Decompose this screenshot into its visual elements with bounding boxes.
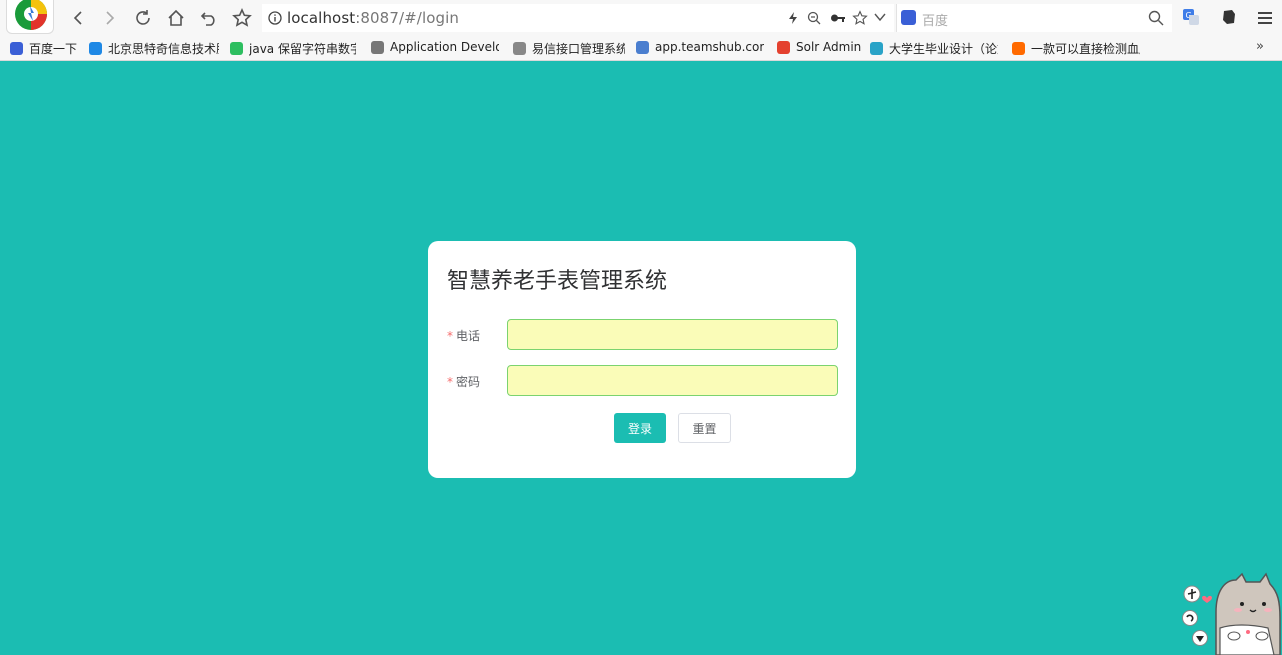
bookmark-item[interactable]: 易信接口管理系统 [513, 40, 625, 57]
bookmark-star-button[interactable] [230, 6, 254, 30]
search-placeholder: 百度 [922, 14, 949, 29]
paw-icon [10, 42, 23, 55]
reset-button[interactable]: 重置 [678, 413, 731, 443]
reload-button[interactable] [131, 6, 155, 30]
translate-icon[interactable]: G [1182, 8, 1200, 26]
bookmark-item[interactable]: 一款可以直接检测血压 [1012, 40, 1140, 57]
password-input[interactable] [507, 365, 838, 396]
key-icon[interactable] [830, 11, 846, 25]
phone-input[interactable] [507, 319, 838, 350]
cat-mascot-icon[interactable] [1176, 572, 1282, 655]
cloud-icon [89, 42, 102, 55]
login-button[interactable]: 登录 [614, 413, 666, 443]
info-icon [268, 11, 282, 25]
address-bar[interactable]: localhost:8087/#/login [262, 4, 894, 32]
favorite-star-icon[interactable] [852, 10, 868, 26]
undo-icon [200, 12, 215, 26]
reload-icon [136, 10, 150, 25]
chevron-left-icon [73, 11, 82, 25]
browser-logo-icon[interactable] [6, 0, 54, 34]
page-title: 智慧养老手表管理系统 [447, 269, 668, 294]
bookmark-label: app.teamshub.com/ [655, 40, 764, 54]
solr-icon [777, 40, 790, 54]
url-host: localhost [287, 9, 356, 27]
more-bookmarks-icon[interactable]: » [1256, 39, 1264, 54]
phone-label-text: 电话 [456, 329, 481, 343]
baidu-icon [901, 10, 916, 25]
chevron-right-icon [106, 11, 115, 25]
home-icon [168, 9, 184, 26]
image-icon [636, 40, 649, 54]
star-icon [232, 8, 252, 27]
bookmark-item[interactable]: Solr Admin [777, 40, 861, 54]
lightning-icon[interactable] [786, 11, 800, 25]
evernote-icon [230, 42, 243, 55]
shop-icon [1012, 42, 1025, 55]
bookmark-item[interactable]: 大学生毕业设计（论文 [870, 40, 998, 57]
menu-icon[interactable] [1258, 9, 1272, 27]
bookmark-item[interactable]: 百度一下 [10, 40, 82, 57]
graduate-icon [870, 42, 883, 55]
login-card: 智慧养老手表管理系统 * 电话 * 密码 登录 重置 [428, 241, 856, 478]
bookmark-label: Application Develop [390, 40, 499, 54]
bookmark-item[interactable]: Application Develop [371, 40, 499, 54]
bookmark-item[interactable]: 北京思特奇信息技术股 [89, 40, 219, 57]
search-box[interactable]: 百度 [896, 4, 1172, 32]
bookmark-label: 一款可以直接检测血压 [1031, 42, 1140, 56]
page-icon [513, 42, 526, 55]
required-mark: * [447, 375, 453, 389]
url-text: localhost:8087/#/login [287, 9, 459, 27]
required-mark: * [447, 329, 453, 343]
image-icon [371, 40, 384, 54]
chevron-down-icon[interactable] [874, 12, 886, 22]
password-label: * 密码 [447, 373, 480, 390]
search-icon[interactable] [1148, 10, 1164, 26]
undo-button[interactable] [197, 6, 221, 30]
bookmark-label: 大学生毕业设计（论文 [889, 42, 998, 56]
bookmark-label: Solr Admin [796, 40, 861, 54]
browser-toolbar: localhost:8087/#/login 百度 G [0, 0, 1282, 36]
bookmark-item[interactable]: app.teamshub.com/ [636, 40, 764, 54]
home-button[interactable] [164, 6, 188, 30]
back-button[interactable] [66, 6, 90, 30]
bookmark-label: 百度一下 [29, 42, 78, 56]
password-label-text: 密码 [456, 375, 481, 389]
evernote-extension-icon[interactable] [1220, 8, 1238, 26]
bookmark-label: 北京思特奇信息技术股 [108, 42, 219, 56]
forward-button[interactable] [98, 6, 122, 30]
zoom-out-icon[interactable] [807, 11, 821, 25]
url-path: :8087/#/login [355, 9, 459, 27]
bookmark-label: java 保留字符串数字 [249, 42, 356, 56]
bookmark-item[interactable]: java 保留字符串数字 [230, 40, 356, 57]
bookmarks-bar: » 百度一下 北京思特奇信息技术股 java 保留字符串数字 Application … [0, 36, 1282, 61]
phone-label: * 电话 [447, 327, 480, 344]
bookmark-label: 易信接口管理系统 [532, 42, 625, 56]
